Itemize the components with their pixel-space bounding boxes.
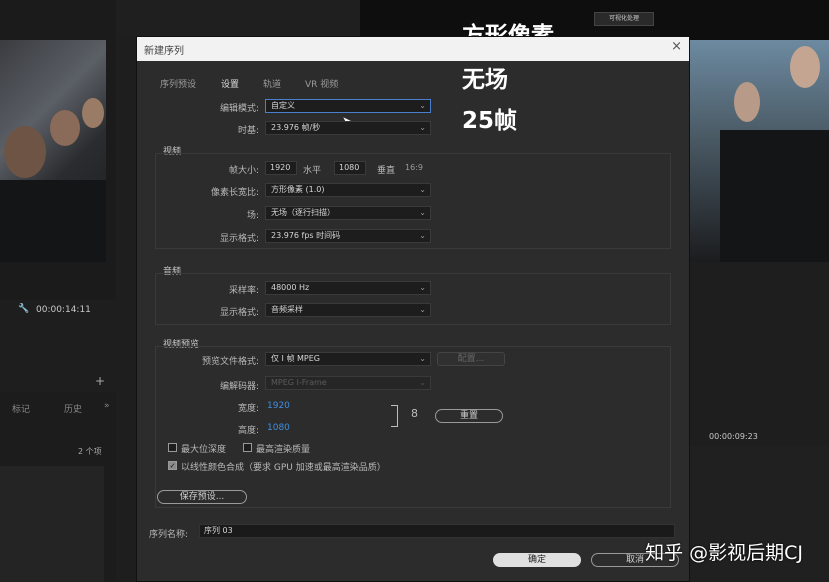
close-icon[interactable]: × [671,39,682,54]
chevron-down-icon: ⌄ [419,231,426,240]
width-value[interactable]: 1920 [267,401,307,411]
horizontal-label: 水平 [303,166,322,176]
pixel-aspect-label: 像素长宽比: [210,188,259,198]
source-monitor-frame [0,40,106,262]
left-timecode: 00:00:14:11 [36,305,91,315]
ok-button[interactable]: 确定 [493,553,581,567]
display-format-value: 23.976 fps 时间码 [271,231,341,240]
tab-settings[interactable]: 设置 [221,77,239,90]
sequence-name-input[interactable]: 序列 03 [199,524,675,538]
codec-dropdown[interactable]: MPEG I-Frame ⌄ [265,376,431,390]
fields-dropdown[interactable]: 无场（逐行扫描） ⌄ [265,206,431,220]
pixel-aspect-dropdown[interactable]: 方形像素 (1.0) ⌄ [265,183,431,197]
timebase-label: 时基: [237,126,259,136]
sample-rate-label: 采样率: [228,286,259,296]
right-timecode: 00:00:09:23 [709,432,758,441]
max-bit-depth-label: 最大位深度 [181,445,227,455]
max-render-quality-label: 最高渲染质量 [256,445,311,455]
panel-tab-history[interactable]: 历史 [64,402,82,415]
chevron-down-icon: ⌄ [419,123,426,132]
chevron-down-icon: ⌄ [419,208,426,217]
frame-height-input[interactable]: 1080 [334,161,366,175]
chevron-down-icon: ⌄ [419,354,426,363]
audio-display-format-value: 音频采样 [271,305,303,314]
fields-value: 无场（逐行扫描） [271,208,335,217]
link-bracket-icon [391,405,398,427]
top-logo: 可视化处理 [594,12,654,26]
sample-rate-dropdown[interactable]: 48000 Hz ⌄ [265,281,431,295]
save-preset-button[interactable]: 保存预设... [157,490,247,504]
codec-value: MPEG I-Frame [271,378,327,387]
display-format-dropdown[interactable]: 23.976 fps 时间码 ⌄ [265,229,431,243]
dialog-title: 新建序列 [144,46,184,57]
configure-button[interactable]: 配置... [437,352,505,366]
edit-mode-value: 自定义 [271,101,295,110]
preview-format-dropdown[interactable]: 仅 I 帧 MPEG ⌄ [265,352,431,366]
vertical-label: 垂直 [377,166,396,176]
fields-label: 场: [246,211,259,221]
chevron-down-icon: ⌄ [419,101,426,110]
codec-label: 编解码器: [219,382,259,392]
add-icon[interactable]: + [95,374,105,388]
width-label: 宽度: [237,404,259,414]
panel-tab-markers[interactable]: 标记 [12,402,30,415]
chevron-down-icon: ⌄ [419,378,426,387]
display-format-label: 显示格式: [219,234,259,244]
wrench-icon[interactable]: 🔧 [18,304,29,314]
mid-strip [116,0,360,36]
linear-color-checkbox[interactable]: ✓ [168,461,177,470]
frame-size-label: 帧大小: [228,166,259,176]
max-render-quality-checkbox[interactable] [243,443,252,452]
pixel-aspect-value: 方形像素 (1.0) [271,185,325,194]
frame-width-input[interactable]: 1920 [265,161,297,175]
chevron-down-icon: ⌄ [419,185,426,194]
chevron-down-icon: ⌄ [419,305,426,314]
timebase-value: 23.976 帧/秒 [271,123,321,132]
tab-vr-video[interactable]: VR 视频 [305,77,338,90]
max-bit-depth-checkbox[interactable] [168,443,177,452]
tab-sequence-presets[interactable]: 序列预设 [160,77,196,90]
project-bin-area [0,466,104,582]
sample-rate-value: 48000 Hz [271,283,310,292]
new-sequence-dialog: 新建序列 × 序列预设 设置 轨道 VR 视频 编辑模式: 自定义 ⌄ ➤ 时基… [136,36,690,582]
overlay-line-3: 25帧 [462,108,518,134]
watermark-text: 知乎 @影视后期CJ [645,542,803,564]
overlay-line-2: 无场 [462,67,508,93]
dialog-titlebar: 新建序列 × [137,37,689,61]
chevron-down-icon: ⌄ [419,283,426,292]
preview-format-label: 预览文件格式: [201,357,259,367]
aspect-ratio-text: 16:9 [405,163,423,172]
audio-display-format-dropdown[interactable]: 音频采样 ⌄ [265,303,431,317]
edit-mode-dropdown[interactable]: 自定义 ⌄ [265,99,431,113]
preview-format-value: 仅 I 帧 MPEG [271,354,320,363]
sequence-name-label: 序列名称: [149,530,189,540]
linear-color-label: 以线性颜色合成（要求 GPU 加速或最高渲染品质） [181,463,386,473]
items-count: 2 个项 [78,447,102,456]
panel-more-icon[interactable]: » [104,401,110,411]
reset-button[interactable]: 重置 [435,409,503,423]
timebase-dropdown[interactable]: 23.976 帧/秒 ⌄ [265,121,431,135]
tab-tracks[interactable]: 轨道 [263,77,281,90]
edit-mode-label: 编辑模式: [219,104,259,114]
audio-display-format-label: 显示格式: [219,308,259,318]
program-monitor-bottom [690,262,829,402]
height-label: 高度: [237,426,259,436]
link-icon[interactable]: 8 [411,407,418,420]
height-value[interactable]: 1080 [267,423,307,433]
program-video [690,40,829,262]
